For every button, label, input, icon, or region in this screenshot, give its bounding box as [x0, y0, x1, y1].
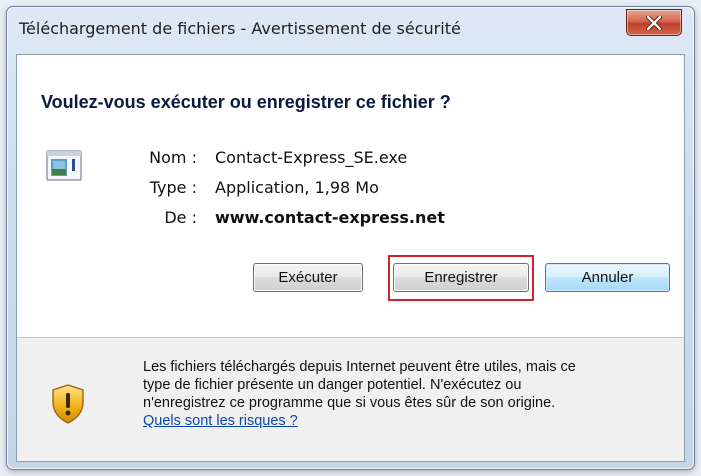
title-bar[interactable]: Téléchargement de fichiers - Avertisseme… — [7, 7, 694, 55]
warning-line: n'enregistrez ce programme que si vous ê… — [143, 395, 556, 411]
warning-shield-icon — [52, 384, 84, 424]
file-source-row: De : www.contact-express.net — [17, 208, 457, 230]
close-button[interactable] — [626, 9, 682, 36]
warning-message: Les fichiers téléchargés depuis Internet… — [143, 358, 673, 430]
warning-line: Les fichiers téléchargés depuis Internet… — [143, 359, 576, 375]
close-icon — [646, 15, 662, 30]
save-button[interactable]: Enregistrer — [393, 263, 529, 292]
risks-link[interactable]: Quels sont les risques ? — [143, 413, 298, 429]
warning-footer: Les fichiers téléchargés depuis Internet… — [17, 338, 684, 461]
file-type-row: Type : Application, 1,98 Mo — [17, 178, 457, 200]
cancel-button[interactable]: Annuler — [545, 263, 670, 292]
file-type-label: Type : — [149, 178, 197, 197]
file-source-value: www.contact-express.net — [215, 208, 445, 227]
file-type-value: Application, 1,98 Mo — [215, 178, 379, 197]
security-warning-dialog: Téléchargement de fichiers - Avertisseme… — [6, 6, 695, 470]
file-source-label: De : — [164, 208, 197, 227]
dialog-question: Voulez-vous exécuter ou enregistrer ce f… — [41, 92, 451, 112]
file-name-value: Contact-Express_SE.exe — [215, 148, 408, 167]
warning-line: type de fichier présente un danger poten… — [143, 377, 522, 393]
window-title: Téléchargement de fichiers - Avertisseme… — [19, 19, 461, 38]
file-name-row: Nom : Contact-Express_SE.exe — [17, 148, 457, 170]
dialog-body: Voulez-vous exécuter ou enregistrer ce f… — [16, 54, 685, 462]
file-name-label: Nom : — [149, 148, 197, 167]
run-button[interactable]: Exécuter — [253, 263, 363, 292]
